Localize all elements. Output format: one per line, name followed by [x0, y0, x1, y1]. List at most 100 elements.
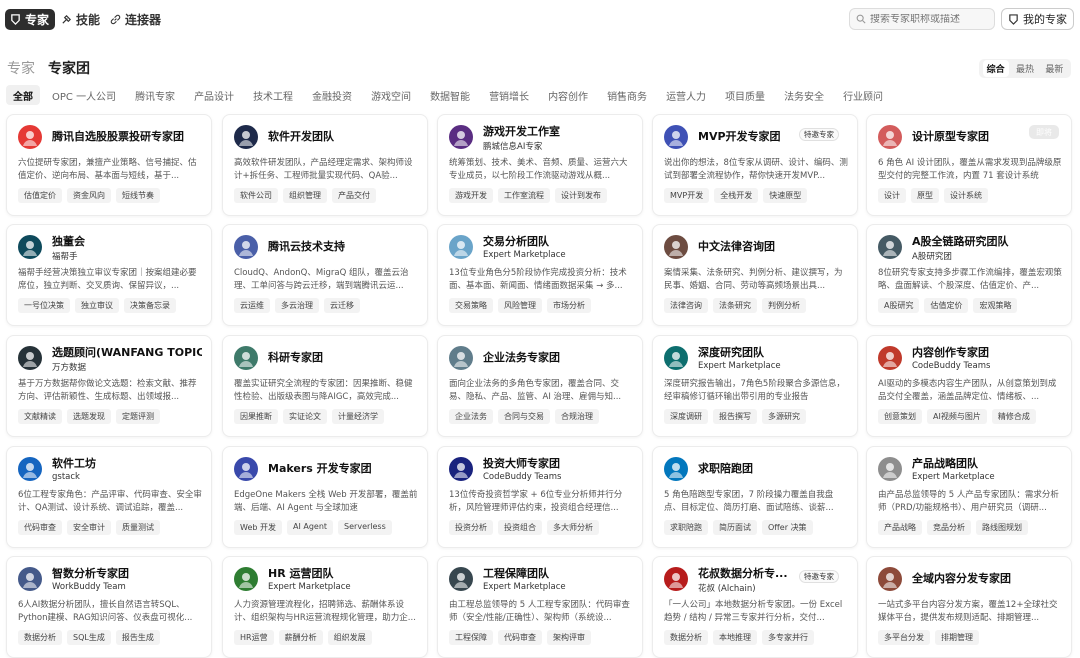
team-card[interactable]: 全域内容分发专家团 一站式多平台内容分发方案，覆盖12+全球社交媒体平台，提供发布…	[866, 556, 1072, 658]
tag-list: 深度调研 报告撰写 多源研究	[664, 409, 811, 424]
category-tab[interactable]: 金融投资	[305, 85, 359, 105]
team-card[interactable]: HR 运营团队 Expert Marketplace 人力资源管理流程化，招聘筛选、…	[222, 556, 428, 658]
category-tab[interactable]: 内容创作	[541, 85, 595, 105]
team-description: EdgeOne Makers 全栈 Web 开发部署，覆盖前端、后端、AI Ag…	[234, 490, 418, 513]
team-card[interactable]: 腾讯自选股股票投研专家团 六位提研专家团，兼擅产业策略、信号捕捉、估值定价、逆向布…	[6, 114, 212, 216]
my-experts-button[interactable]: 我的专家	[1001, 8, 1074, 30]
team-card[interactable]: 求职陪跑团 5 角色陪跑型专家团，7 阶段操力覆盖自我盘点、目标定位、简历打磨、面…	[652, 446, 858, 548]
nav-tab-experts[interactable]: 专家	[5, 9, 56, 30]
globe-logo	[234, 125, 258, 149]
legal-logo	[449, 346, 473, 370]
tag: 企业法务	[449, 409, 493, 424]
tag: 云迁移	[324, 298, 360, 313]
category-tab[interactable]: OPC 一人公司	[45, 85, 123, 105]
tag-list: 估值定价 资金风向 短线节奏	[18, 188, 165, 203]
tag: 全栈开发	[714, 188, 759, 203]
team-card[interactable]: 游戏开发工作室 鹏城信息AI专家 统筹策划、技术、美术、音频、质量、运营六大专业成员…	[437, 114, 643, 216]
team-card[interactable]: A股全链路研究团队 A股研究团 8位研究专家支持多步骤工作流编排，覆盖宏观策略、盘面…	[866, 224, 1072, 326]
team-description: 由产品总监领导的 5 人产品专家团队：需求分析师（PRD/功能规格书）、用户研究…	[878, 490, 1059, 513]
team-card[interactable]: 内容创作专家团 CodeBuddy Teams AI驱动的多模态内容生产团队，从创意…	[866, 335, 1072, 437]
team-card[interactable]: 花叔数据分析专... 花叔 (Alchain) 特邀专家 「一人公司」本地数据分析专家…	[652, 556, 858, 658]
tag-list: 求职陪跑 简历面试 Offer 决策	[664, 520, 818, 535]
team-name: 智数分析专家团	[52, 567, 129, 580]
nav-tab-label: 技能	[76, 13, 101, 27]
tag: 一号位决策	[18, 298, 70, 313]
sort-option-new[interactable]: 最新	[1041, 60, 1067, 77]
team-name: 软件开发团队	[268, 130, 334, 143]
category-tab[interactable]: 腾讯专家	[128, 85, 182, 105]
tag: 组织管理	[283, 188, 327, 203]
tag: 设计系统	[944, 188, 988, 203]
team-card[interactable]: 中文法律咨询团 案情采集、法条研究、判例分析、建议撰写，为民事、婚姻、合同、劳动等…	[652, 224, 858, 326]
category-tab[interactable]: 项目质量	[718, 85, 772, 105]
workshop-logo	[18, 457, 42, 481]
hua-logo	[664, 567, 688, 591]
team-description: 面向企业法务的多角色专家团，覆盖合同、交易、隐私、产品、监管、AI 治理、雇佣与…	[449, 379, 622, 402]
nav-tab-skills[interactable]: 技能	[56, 9, 106, 30]
tag: 合同与交易	[498, 409, 550, 424]
sort-option-hot[interactable]: 最热	[1012, 60, 1038, 77]
team-card[interactable]: 深度研究团队 Expert Marketplace 深度研究报告输出，7角色5阶段聚…	[652, 335, 858, 437]
tag: 代码审查	[498, 630, 542, 645]
category-tab[interactable]: 销售商务	[600, 85, 654, 105]
category-tab[interactable]: 全部	[6, 85, 40, 105]
team-card[interactable]: 产品战略团队 Expert Marketplace 由产品总监领导的 5 人产品专家…	[866, 446, 1072, 548]
team-card[interactable]: 软件开发团队高效软件研发团队，产品经理定需求、架构师设计+拆任务、工程师批量实现…	[222, 114, 428, 216]
team-description: AI驱动的多模态内容生产团队，从创意策划到成品交付全覆盖，涵盖品牌定位、情绪板、…	[878, 379, 1057, 402]
team-description: 6 角色 AI 设计团队，覆盖从需求发现到品牌级原型交付的完整工作流，内置 71…	[878, 158, 1062, 181]
team-card[interactable]: 交易分析团队 Expert Marketplace 13位专业角色分5阶段协作完成投…	[437, 224, 643, 326]
team-name: 内容创作专家团	[912, 346, 989, 359]
category-tab[interactable]: 法务安全	[777, 85, 831, 105]
tag: 多云治理	[275, 298, 319, 313]
category-tab[interactable]: 数据智能	[423, 85, 477, 105]
tag: 求职陪跑	[664, 520, 708, 535]
tag: 多大师分析	[547, 520, 599, 535]
tag: 合规治理	[555, 409, 599, 424]
category-tab[interactable]: 产品设计	[187, 85, 241, 105]
category-tab[interactable]: 游戏空间	[364, 85, 418, 105]
team-card[interactable]: 独董会 福帮手 福帮手经营决策独立审议专家团｜按案组建必要席位，独立判断、交叉质询、…	[6, 224, 212, 326]
job-logo	[664, 457, 688, 481]
team-card[interactable]: 软件工坊 gstack 6位工程专家角色：产品评审、代码审查、安全审计、QA测试、设…	[6, 446, 212, 548]
tag: 数据分析	[664, 630, 708, 645]
section-tab-expert[interactable]: 专家	[7, 58, 35, 78]
team-card[interactable]: 设计原型专家团 即将 6 角色 AI 设计团队，覆盖从需求发现到品牌级原型交付的完整…	[866, 114, 1072, 216]
team-card[interactable]: 科研专家团 覆盖实证研究全流程的专家团：因果推断、稳健性检验、出版级表图与降AIG…	[222, 335, 428, 437]
team-description: 高效软件研发团队，产品经理定需求、架构师设计+拆任务、工程师批量实现代码、QA验…	[234, 158, 413, 181]
nav-tab-connectors[interactable]: 连接器	[105, 9, 167, 30]
tag: 文献精读	[18, 409, 62, 424]
team-card[interactable]: 智数分析专家团 WorkBuddy Team 6人AI数据分析团队，擅长自然语言转S…	[6, 556, 212, 658]
tag: MVP开发	[664, 188, 710, 203]
team-card[interactable]: 选题顾问(WANFANG TOPIC) 万方数据 基于万方数据帮你做论文选题：检索文…	[6, 335, 212, 437]
section-tab-team[interactable]: 专家团	[48, 58, 90, 78]
tag-list: HR运营 薪酬分析 组织发展	[234, 630, 377, 645]
team-provider: 花叔 (Alchain)	[698, 584, 756, 594]
category-tab[interactable]: 营销增长	[482, 85, 536, 105]
team-card[interactable]: Makers 开发专家团 EdgeOne Makers 全栈 Web 开发部署，覆…	[222, 446, 428, 548]
team-description: 5 角色陪跑型专家团，7 阶段操力覆盖自我盘点、目标定位、简历打磨、面试陪练、谈…	[664, 490, 834, 513]
tag: 交易策略	[449, 298, 493, 313]
invited-expert-badge: 特邀专家	[799, 128, 839, 141]
team-card[interactable]: 投资大师专家团 CodeBuddy Teams 13位传奇投资哲学家 + 6位专业分…	[437, 446, 643, 548]
trade-logo	[449, 235, 473, 259]
team-name: 交易分析团队	[483, 235, 549, 248]
category-tab[interactable]: 行业顾问	[836, 85, 890, 105]
tag: 设计	[878, 188, 906, 203]
team-card[interactable]: 腾讯云技术支持 CloudQ、AndonQ、MigraQ 组队，覆盖云治理、工单问…	[222, 224, 428, 326]
team-provider: Expert Marketplace	[483, 250, 566, 260]
sort-option-overall[interactable]: 综合	[982, 60, 1009, 77]
search-input[interactable]	[870, 13, 990, 25]
tag-list: 数据分析 本地推理 多专家并行	[664, 630, 819, 645]
team-provider: 鹏城信息AI专家	[483, 142, 543, 152]
category-tab[interactable]: 运营人力	[659, 85, 713, 105]
team-card[interactable]: 工程保障团队 Expert Marketplace 由工程总监领导的 5 人工程专家…	[437, 556, 643, 658]
game-logo	[449, 125, 473, 149]
tag: 快速原型	[763, 188, 808, 203]
tag-list: A股研究 估值定价 宏观策略	[878, 298, 1022, 313]
tag: 定题评测	[116, 409, 160, 424]
team-card[interactable]: 企业法务专家团 面向企业法务的多角色专家团，覆盖合同、交易、隐私、产品、监管、AI…	[437, 335, 643, 437]
search-box[interactable]	[849, 8, 995, 30]
team-card[interactable]: MVP开发专家团 特邀专家 说出你的想法，8位专家从调研、设计、编码、测试到部署全流…	[652, 114, 858, 216]
category-tab[interactable]: 技术工程	[246, 85, 300, 105]
team-name: 工程保障团队	[483, 567, 549, 580]
